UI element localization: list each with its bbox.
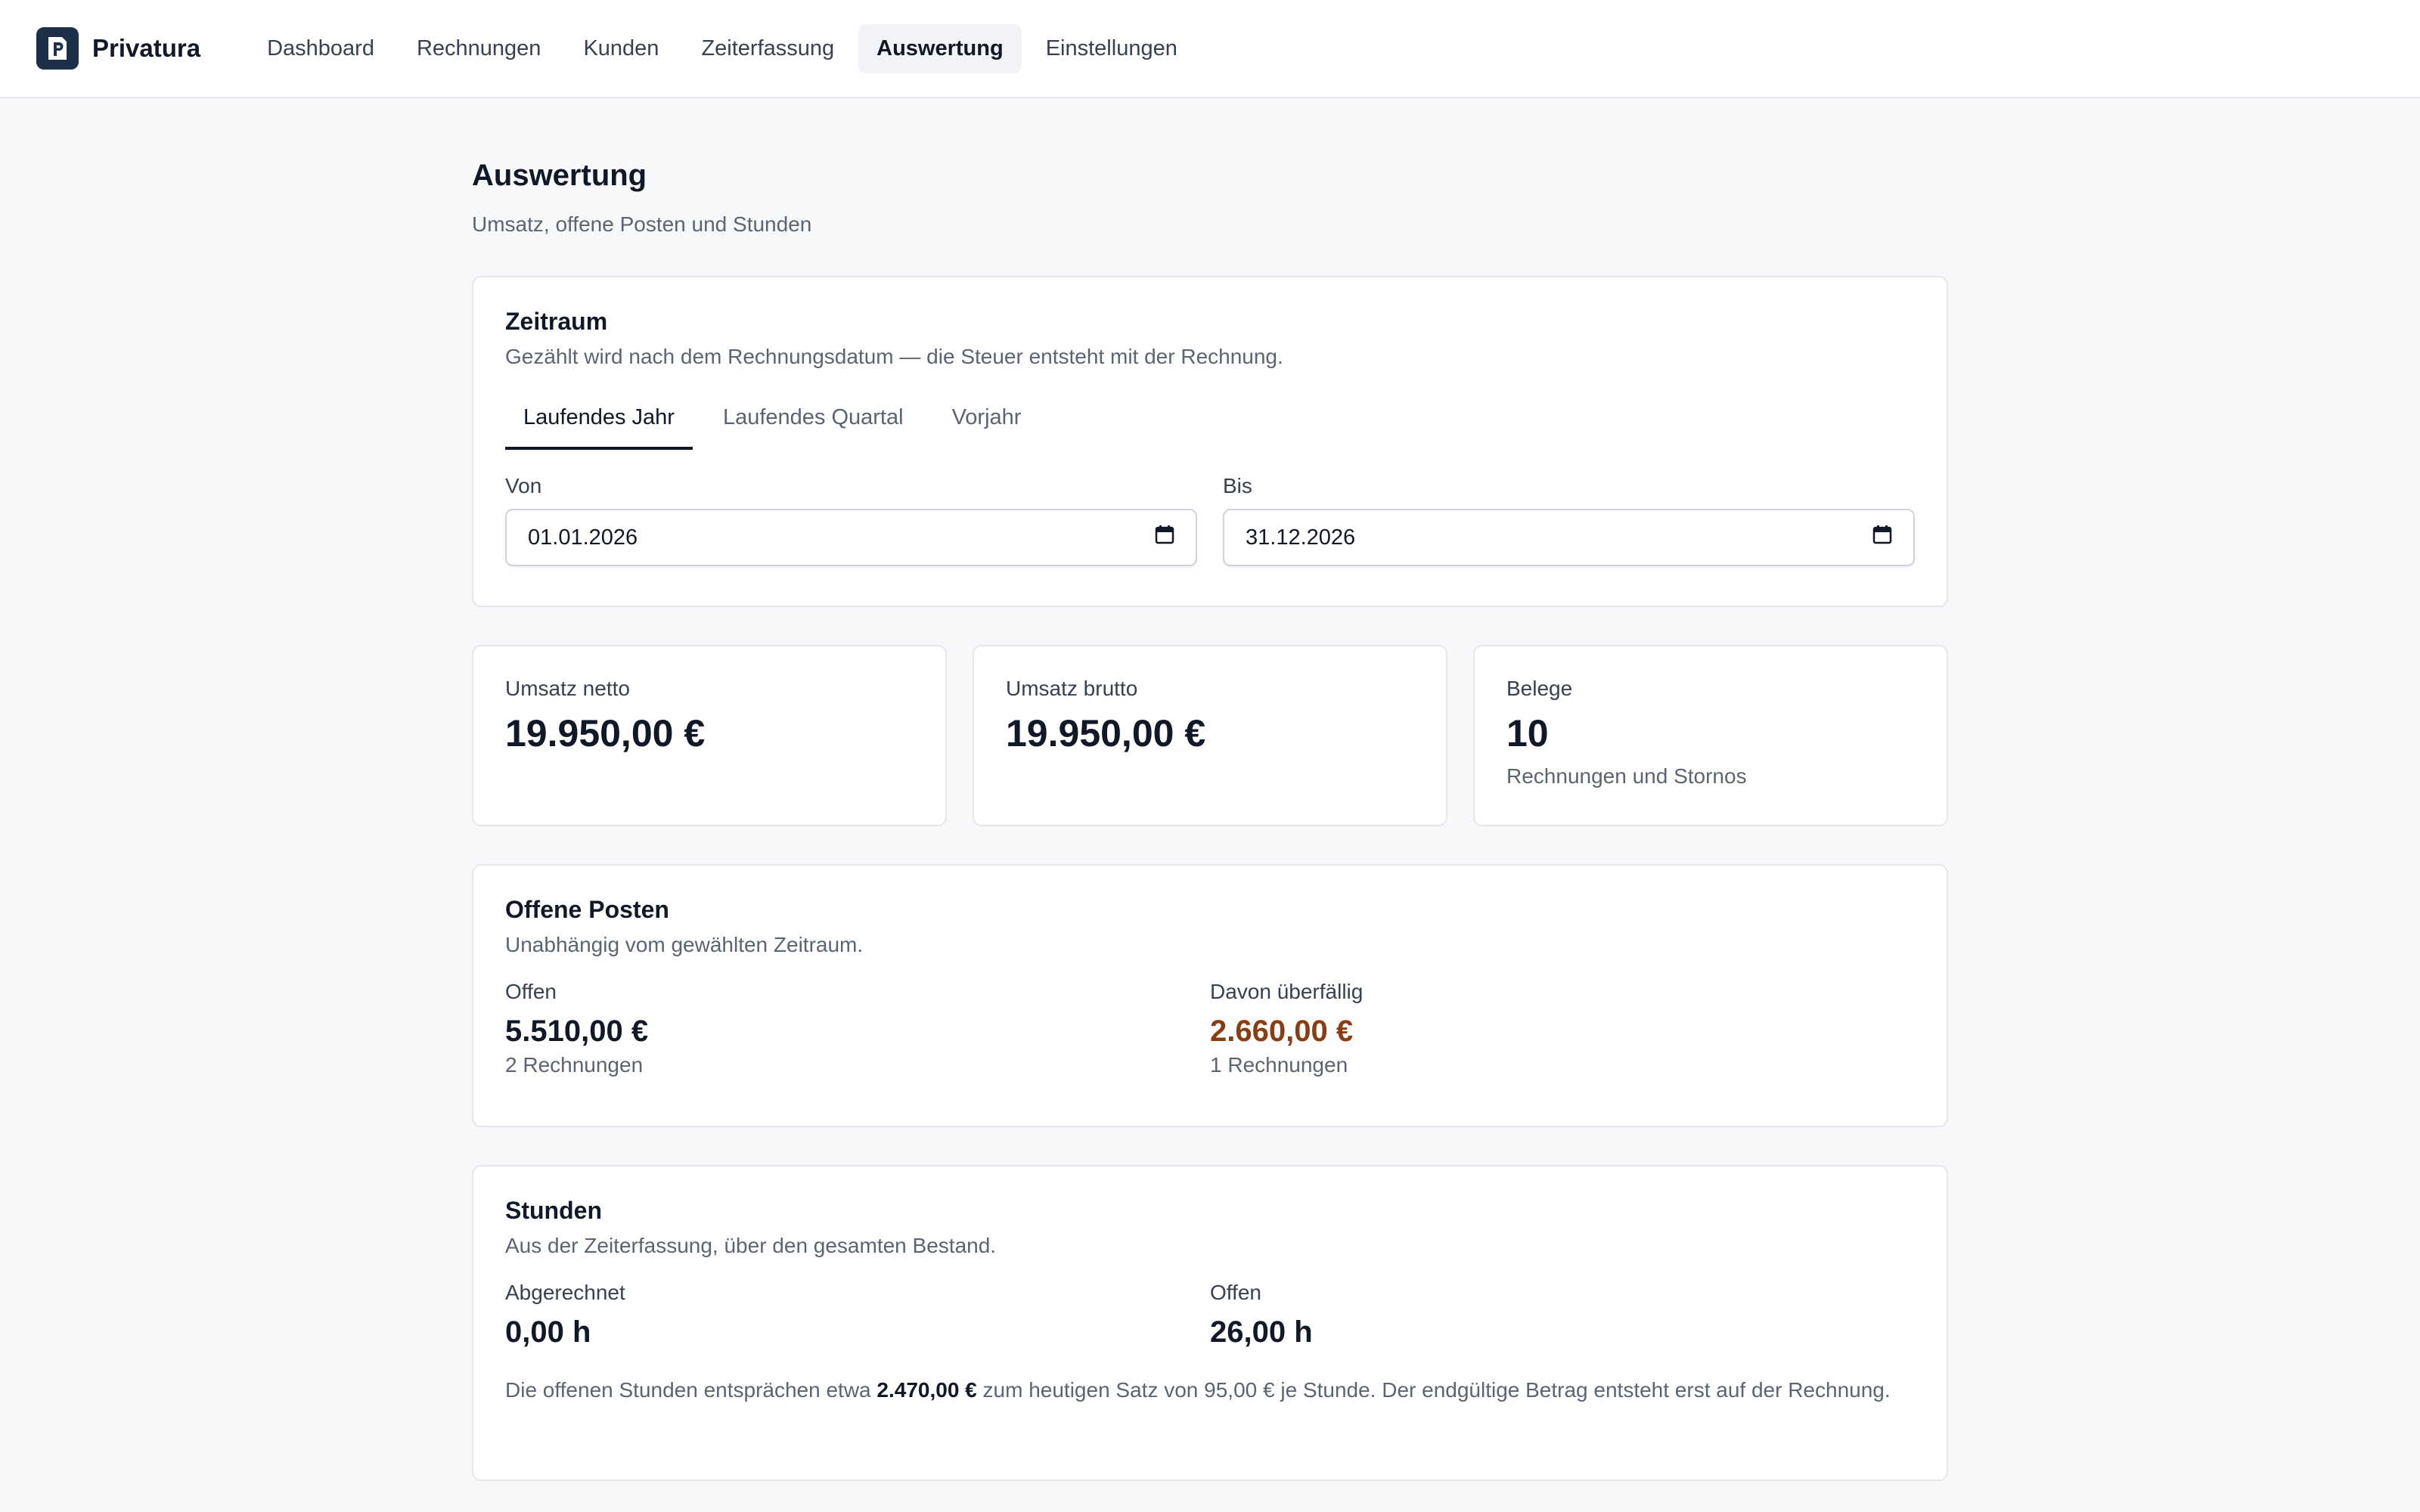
offene-posten-title: Offene Posten: [505, 896, 669, 923]
bis-date-input[interactable]: 31.12.2026: [1223, 509, 1915, 566]
bis-date-value: 31.12.2026: [1246, 525, 1356, 550]
stat-note: Rechnungen und Stornos: [1506, 764, 1747, 788]
offene-posten-card: Offene Posten Unabhängig vom gewählten Z…: [472, 864, 1948, 1127]
hinweis-amount: 2.470,00 €: [876, 1378, 977, 1402]
nav-item-einstellungen[interactable]: Einstellungen: [1028, 24, 1196, 73]
main-content: Auswertung Umsatz, offene Posten und Stu…: [472, 98, 1948, 1481]
von-date-value: 01.01.2026: [528, 525, 638, 550]
stat-value: 19.950,00 €: [1006, 712, 1206, 754]
stat-value: 19.950,00 €: [505, 712, 706, 754]
zeitraum-card: Zeitraum Gezählt wird nach dem Rechnungs…: [472, 276, 1948, 607]
top-navigation: Privatura Dashboard Rechnungen Kunden Ze…: [0, 0, 2420, 98]
calendar-icon[interactable]: [1155, 525, 1174, 550]
offene-posten-values: Offen 5.510,00 € 2 Rechnungen Davon über…: [505, 980, 1915, 1077]
ueberfaellig-label: Davon überfällig: [1210, 980, 1364, 1003]
offen-note: 2 Rechnungen: [505, 1053, 644, 1077]
tab-vorjahr[interactable]: Vorjahr: [934, 392, 1040, 450]
stunden-hinweis: Die offenen Stunden entsprächen etwa 2.4…: [505, 1375, 1915, 1405]
ueberfaellig-note: 1 Rechnungen: [1210, 1053, 1348, 1077]
ueberfaellig-group: Davon überfällig 2.660,00 € 1 Rechnungen: [1210, 980, 1915, 1077]
stunden-card: Stunden Aus der Zeiterfassung, über den …: [472, 1165, 1948, 1481]
abgerechnet-value: 0,00 h: [505, 1315, 591, 1349]
von-date-input[interactable]: 01.01.2026: [505, 509, 1197, 566]
stunden-offen-value: 26,00 h: [1210, 1315, 1313, 1349]
offene-posten-subtitle: Unabhängig vom gewählten Zeitraum.: [505, 933, 864, 956]
zeitraum-subtitle: Gezählt wird nach dem Rechnungsdatum — d…: [505, 345, 1283, 368]
nav-item-auswertung[interactable]: Auswertung: [858, 23, 1022, 73]
abgerechnet-label: Abgerechnet: [505, 1281, 625, 1304]
ueberfaellig-value: 2.660,00 €: [1210, 1015, 1354, 1048]
document-p-icon: [36, 27, 79, 70]
stat-label: Belege: [1506, 677, 1573, 700]
stunden-subtitle: Aus der Zeiterfassung, über den gesamten…: [505, 1234, 997, 1257]
hinweis-text-post: zum heutigen Satz von 95,00 € je Stunde.…: [976, 1378, 1891, 1402]
tab-laufendes-jahr[interactable]: Laufendes Jahr: [505, 392, 693, 450]
hinweis-text-pre: Die offenen Stunden entsprächen etwa: [505, 1378, 877, 1402]
stat-umsatz-brutto: Umsatz brutto 19.950,00 €: [973, 645, 1447, 826]
stunden-title: Stunden: [505, 1197, 602, 1224]
brand-name: Privatura: [92, 34, 201, 62]
page-subtitle: Umsatz, offene Posten und Stunden: [472, 212, 812, 236]
calendar-icon[interactable]: [1872, 525, 1892, 550]
stat-value: 10: [1506, 712, 1549, 754]
offen-group: Offen 5.510,00 € 2 Rechnungen: [505, 980, 1210, 1077]
bis-label: Bis: [1223, 474, 1252, 497]
nav-item-zeiterfassung[interactable]: Zeiterfassung: [683, 24, 852, 73]
nav-item-rechnungen[interactable]: Rechnungen: [399, 24, 559, 73]
stat-label: Umsatz brutto: [1006, 677, 1138, 700]
bis-group: Bis 31.12.2026: [1223, 474, 1915, 566]
main-nav: Dashboard Rechnungen Kunden Zeiterfassun…: [249, 23, 1202, 73]
nav-item-dashboard[interactable]: Dashboard: [249, 24, 392, 73]
nav-item-kunden[interactable]: Kunden: [565, 24, 677, 73]
stunden-offen-group: Offen 26,00 h: [1210, 1281, 1915, 1349]
stunden-values: Abgerechnet 0,00 h Offen 26,00 h: [505, 1281, 1915, 1349]
zeitraum-tabs: Laufendes Jahr Laufendes Quartal Vorjahr: [505, 392, 1915, 450]
stats-row: Umsatz netto 19.950,00 € Umsatz brutto 1…: [472, 645, 1948, 826]
date-range: Von 01.01.2026 Bis 31.12.2026: [505, 474, 1915, 566]
abgerechnet-group: Abgerechnet 0,00 h: [505, 1281, 1210, 1349]
zeitraum-title: Zeitraum: [505, 308, 608, 335]
offen-value: 5.510,00 €: [505, 1015, 649, 1048]
stat-label: Umsatz netto: [505, 677, 630, 700]
von-group: Von 01.01.2026: [505, 474, 1197, 566]
page-title: Auswertung: [472, 159, 647, 192]
stat-umsatz-netto: Umsatz netto 19.950,00 €: [472, 645, 947, 826]
tab-laufendes-quartal[interactable]: Laufendes Quartal: [705, 392, 922, 450]
offen-label: Offen: [505, 980, 557, 1003]
von-label: Von: [505, 474, 542, 497]
brand[interactable]: Privatura: [36, 27, 200, 70]
stat-belege: Belege 10 Rechnungen und Stornos: [1473, 645, 1948, 826]
stunden-offen-label: Offen: [1210, 1281, 1261, 1304]
